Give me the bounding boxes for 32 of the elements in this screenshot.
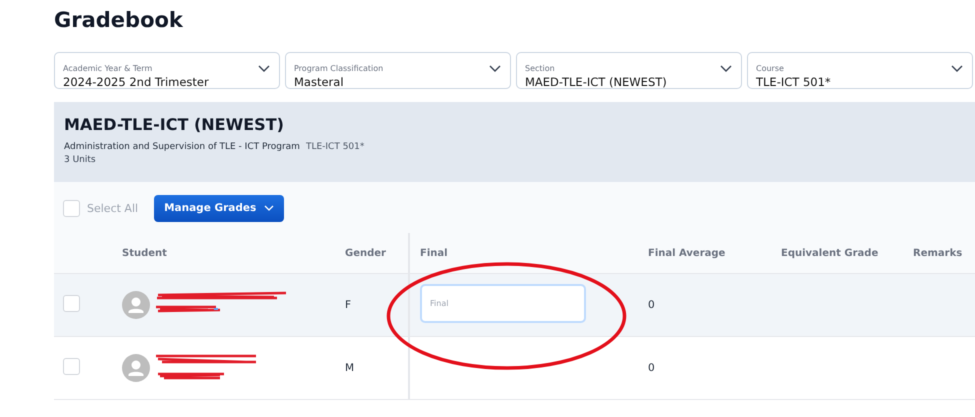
column-header: Equivalent Grade: [781, 248, 878, 258]
section-title: MAED-TLE-ICT (NEWEST): [64, 115, 284, 134]
page-title: Gradebook: [54, 8, 183, 32]
manage-grades-button[interactable]: Manage Grades: [154, 194, 284, 222]
select-all-label: Select All: [87, 202, 138, 214]
filter-dropdown[interactable]: Course TLE-ICT 501*: [747, 52, 973, 89]
course-units: 3 Units: [64, 155, 96, 165]
avatar-icon: [122, 291, 150, 319]
final-average-text: 0: [648, 362, 655, 374]
filter-dropdown[interactable]: Academic Year & Term 2024-2025 2nd Trimester: [54, 52, 280, 89]
select-all-checkbox[interactable]: [63, 200, 80, 216]
avatar-icon: [122, 354, 150, 382]
row-checkbox[interactable]: [63, 358, 80, 375]
chevron-down-icon: [489, 65, 501, 73]
row-checkbox[interactable]: [63, 295, 80, 312]
course-code: TLE-ICT 501*: [306, 142, 364, 152]
course-description: Administration and Supervision of TLE - ICT Program: [64, 142, 300, 152]
column-header: Final Average: [648, 248, 726, 258]
gender-text: F: [345, 299, 352, 311]
column-header: Remarks: [913, 248, 962, 258]
column-header: Student: [122, 248, 167, 258]
chevron-down-icon: [258, 65, 270, 73]
final-grade-field[interactable]: Final: [420, 284, 586, 322]
chevron-down-icon: [951, 65, 963, 73]
chevron-down-icon: [264, 204, 274, 212]
filter-dropdown[interactable]: Section MAED-TLE-ICT (NEWEST): [516, 52, 742, 89]
column-header: Final: [420, 248, 448, 258]
final-average-text: 0: [648, 299, 655, 311]
filter-dropdown[interactable]: Program Classification Masteral: [285, 52, 511, 89]
column-header: Gender: [345, 248, 386, 258]
chevron-down-icon: [720, 65, 732, 73]
gender-text: M: [345, 362, 354, 374]
